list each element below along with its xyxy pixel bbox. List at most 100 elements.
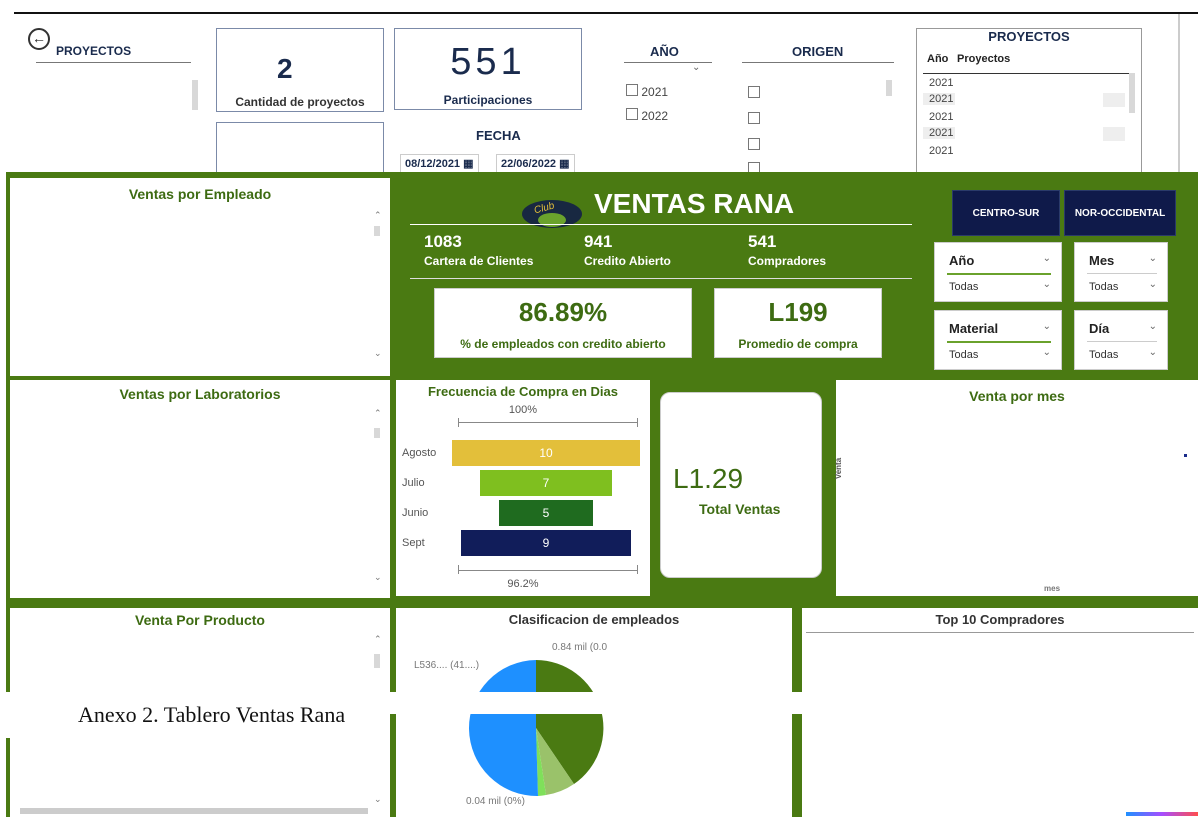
chart-bottom-axis-tick xyxy=(458,565,459,574)
projects-table-title: PROYECTOS xyxy=(988,29,1070,44)
chart-bottom-axis-tick xyxy=(637,565,638,574)
date-end[interactable]: 22/06/2022 ▦ xyxy=(496,154,575,173)
labs-scrollbar[interactable] xyxy=(374,428,380,438)
table-row[interactable]: 2021 xyxy=(929,77,953,89)
caption-text: Anexo 2. Tablero Ventas Rana xyxy=(78,702,346,727)
projects-scrollbar[interactable] xyxy=(192,80,198,110)
year-option-label: 2021 xyxy=(641,85,669,99)
scroll-up-icon[interactable]: ⌃ xyxy=(374,408,382,419)
region-button-nor-occidental[interactable]: NOR-OCCIDENTAL xyxy=(1064,190,1176,236)
date-filter-title: FECHA xyxy=(476,128,521,143)
employee-scrollbar[interactable] xyxy=(374,226,380,236)
bar-agosto[interactable]: 10 xyxy=(452,440,640,466)
scroll-up-icon[interactable]: ⌃ xyxy=(374,634,382,645)
employee-sales-panel: Ventas por Empleado ⌃ ⌄ xyxy=(10,178,390,376)
year-option-2021[interactable]: 2021 xyxy=(626,84,668,99)
stat-label: Credito Abierto xyxy=(584,254,671,268)
col-year[interactable]: Año xyxy=(927,53,948,65)
filter-day-label: Día xyxy=(1089,321,1110,336)
bar-sept[interactable]: 9 xyxy=(461,530,631,556)
origin-scrollbar[interactable] xyxy=(886,80,892,96)
kpi-credit-card: 86.89% % de empleados con credito abiert… xyxy=(434,288,692,358)
filter-day[interactable]: Día ⌄ Todas ⌄ xyxy=(1074,310,1168,370)
table-row[interactable]: 2021 xyxy=(929,111,953,123)
classification-pie xyxy=(468,660,604,797)
origin-checkbox[interactable] xyxy=(748,86,760,98)
filter-underline xyxy=(947,273,1051,275)
kpi-projects-card: 2 Cantidad de proyectos xyxy=(216,28,384,112)
col-projects[interactable]: Proyectos xyxy=(957,53,1010,65)
stat-label: Compradores xyxy=(748,254,827,268)
stats-underline xyxy=(410,278,912,279)
filter-underline xyxy=(1087,341,1157,342)
origin-checkbox[interactable] xyxy=(748,138,760,150)
monthly-sales-panel: Venta por mes Venta mes xyxy=(834,380,1198,596)
filter-month-value: Todas xyxy=(1089,281,1119,293)
product-sales-title: Venta Por Producto xyxy=(135,612,265,628)
filter-material[interactable]: Material ⌄ Todas ⌄ xyxy=(934,310,1062,370)
chart-bars: Agosto 10 Julio 7 Junio 5 Sept 9 xyxy=(396,380,650,596)
calendar-icon: ▦ xyxy=(463,158,474,170)
kpi-average-card: L199 Promedio de compra xyxy=(714,288,882,358)
chevron-down-icon: ⌄ xyxy=(1042,321,1051,332)
chevron-down-icon: ⌄ xyxy=(1148,347,1157,358)
classification-title: Clasificacion de empleados xyxy=(508,612,680,627)
filter-year-value: Todas xyxy=(949,281,979,293)
scroll-down-icon[interactable]: ⌄ xyxy=(374,348,382,359)
checkbox[interactable] xyxy=(626,84,638,96)
monthly-y-label: Venta xyxy=(834,457,844,480)
kpi-participations-value: 551 xyxy=(450,41,526,83)
labs-sales-panel: Ventas por Laboratorios ⌃ ⌄ xyxy=(10,380,390,598)
stat-value: 941 xyxy=(584,232,613,251)
bar-julio[interactable]: 7 xyxy=(480,470,612,496)
brand-logo: Club xyxy=(518,188,586,236)
date-end-text: 22/06/2022 xyxy=(501,158,557,170)
bar-junio[interactable]: 5 xyxy=(499,500,593,526)
projects-table: PROYECTOS Año Proyectos 2021 2021 2021 2… xyxy=(916,28,1142,174)
caption-banner-right xyxy=(390,692,1198,714)
monthly-marker xyxy=(1184,454,1187,457)
horizontal-scrollbar[interactable] xyxy=(20,808,368,814)
pie-label-top: 0.84 mil (0.0 xyxy=(552,642,608,653)
filter-underline xyxy=(1087,273,1157,274)
caption-banner: Anexo 2. Tablero Ventas Rana xyxy=(0,692,390,738)
scroll-up-icon[interactable]: ⌃ xyxy=(374,210,382,221)
scroll-down-icon[interactable]: ⌄ xyxy=(374,572,382,583)
bar-category-label: Julio xyxy=(402,477,425,489)
product-scrollbar[interactable] xyxy=(374,654,380,668)
year-option-2022[interactable]: 2022 xyxy=(626,108,668,123)
labs-sales-title: Ventas por Laboratorios xyxy=(119,386,281,402)
origin-checkbox[interactable] xyxy=(748,112,760,124)
frequency-chart-panel: Frecuencia de Compra en Dias 100% Agosto… xyxy=(396,380,650,596)
pie-label-bottom: 0.04 mil (0%) xyxy=(466,796,525,807)
table-row[interactable]: 2021 xyxy=(923,127,955,139)
checkbox[interactable] xyxy=(626,108,638,120)
projects-label: PROYECTOS xyxy=(56,44,132,58)
total-sales-card: L1.29 Total Ventas xyxy=(660,392,822,578)
filter-year[interactable]: Año ⌄ Todas ⌄ xyxy=(934,242,1062,302)
table-row-shade xyxy=(1103,127,1125,141)
date-start[interactable]: 08/12/2021 ▦ xyxy=(400,154,479,173)
chart-bottom-percent: 96.2% xyxy=(507,578,539,590)
table-row[interactable]: 2021 xyxy=(929,145,953,157)
filter-material-value: Todas xyxy=(949,349,979,361)
top-buyers-title: Top 10 Compradores xyxy=(935,612,1065,627)
stat-clients: 1083 Cartera de Clientes xyxy=(424,232,533,268)
origin-filter-title: ORIGEN xyxy=(792,44,844,59)
kpi-projects-card-2 xyxy=(216,122,384,174)
kpi-average-label: Promedio de compra xyxy=(738,337,858,351)
stat-value: 541 xyxy=(748,232,777,251)
table-row[interactable]: 2021 xyxy=(923,93,955,105)
chevron-down-icon: ⌄ xyxy=(1148,321,1157,332)
kpi-projects-label: Cantidad de proyectos xyxy=(235,95,365,109)
bar-category-label: Agosto xyxy=(402,447,437,459)
filter-material-label: Material xyxy=(949,321,999,336)
year-chevron-icon[interactable]: ⌄ xyxy=(692,62,700,73)
region-button-centro-sur[interactable]: CENTRO-SUR xyxy=(952,190,1060,236)
filter-month[interactable]: Mes ⌄ Todas ⌄ xyxy=(1074,242,1168,302)
kpi-participations-card: 551 Participaciones xyxy=(394,28,582,110)
stat-value: 1083 xyxy=(424,232,462,251)
back-button[interactable]: ← xyxy=(28,28,50,50)
scroll-down-icon[interactable]: ⌄ xyxy=(374,794,382,805)
table-scrollbar[interactable] xyxy=(1129,73,1135,113)
